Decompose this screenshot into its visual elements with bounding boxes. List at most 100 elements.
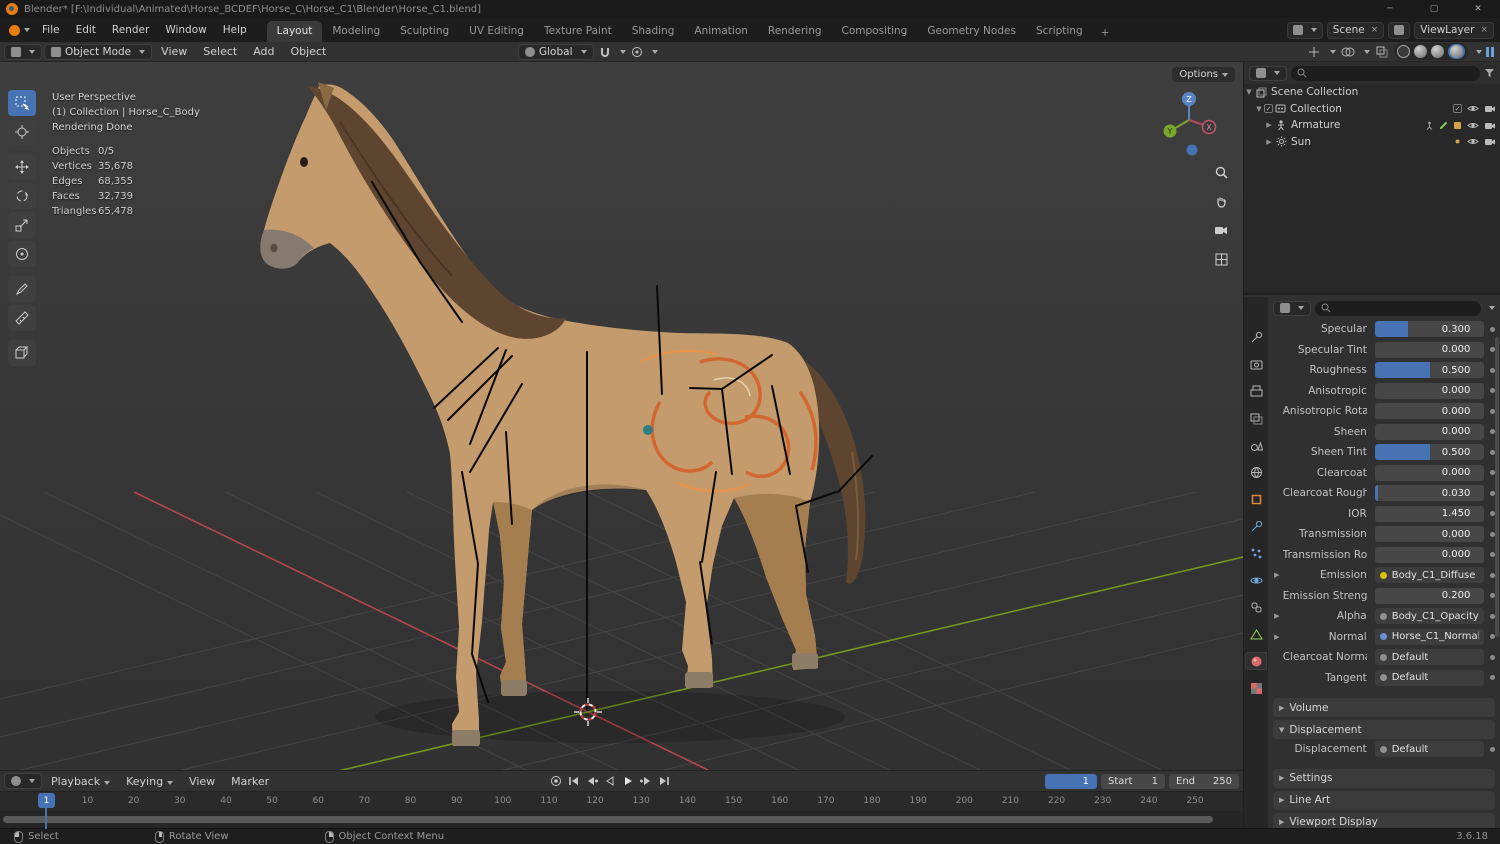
keyframe-dot[interactable] [1484, 675, 1500, 680]
minimize-button[interactable]: ─ [1368, 0, 1412, 18]
timeline-ruler[interactable]: 10 20 30 40 50 60 70 80 90 100 110 120 130 140 150 160 1… [0, 791, 1243, 811]
disclosure-icon[interactable]: ▼ [1254, 105, 1264, 113]
tool-add-cube[interactable] [8, 340, 36, 366]
normal-map-field[interactable]: Horse_C1_NormalMap... [1374, 628, 1485, 645]
clearcoat-roughness-slider[interactable]: 0.030 [1374, 485, 1485, 502]
hide-eye-icon[interactable] [1467, 137, 1479, 146]
render-camera-icon[interactable] [1484, 121, 1496, 130]
anisotropic-rotation-slider[interactable]: 0.000 [1374, 403, 1485, 420]
tool-scale[interactable] [8, 212, 36, 238]
outliner-editor-button[interactable] [1249, 65, 1287, 81]
jump-to-end-button[interactable] [656, 774, 672, 788]
outliner-row-scene-collection[interactable]: ▼ Scene Collection [1244, 84, 1500, 101]
section-settings[interactable]: ▶ Settings [1273, 768, 1495, 788]
timeline-editor-button[interactable] [4, 773, 42, 789]
props-tab-world[interactable] [1246, 464, 1266, 480]
properties-scrollbar[interactable] [1495, 337, 1499, 637]
disclosure-icon[interactable]: ▼ [1244, 88, 1254, 96]
playhead[interactable]: 1 [38, 793, 55, 808]
blender-menu-button[interactable] [6, 21, 32, 39]
auto-keying-button[interactable] [548, 774, 564, 788]
snap-magnet-icon[interactable] [597, 45, 613, 59]
tool-select-box[interactable] [8, 90, 36, 116]
xray-toggle-icon[interactable] [1374, 45, 1390, 59]
expand-icon[interactable]: ▶ [1271, 571, 1283, 579]
pose-icon[interactable] [1425, 121, 1434, 130]
unlink-icon[interactable]: × [1371, 25, 1379, 35]
props-tab-texture[interactable] [1246, 680, 1266, 696]
proportional-editing-icon[interactable] [629, 45, 645, 59]
mode-dropdown[interactable]: Object Mode [44, 43, 153, 60]
tab-scripting[interactable]: Scripting [1026, 21, 1093, 42]
options-dropdown[interactable]: Options [1172, 67, 1235, 82]
props-tab-data[interactable] [1246, 626, 1266, 642]
shading-options-caret[interactable] [1476, 49, 1482, 54]
shading-rendered-icon[interactable] [1450, 45, 1463, 58]
editor-type-button[interactable] [4, 43, 42, 60]
emission-map-field[interactable]: Body_C1_Diffuse [1374, 567, 1485, 584]
ior-field[interactable]: 1.450 [1374, 505, 1485, 522]
properties-editor-button[interactable] [1273, 300, 1311, 316]
tab-layout[interactable]: Layout [266, 21, 323, 42]
specular-slider[interactable]: 0.300 [1374, 321, 1485, 338]
menu-window[interactable]: Window [157, 22, 214, 38]
start-frame-field[interactable]: Start 1 [1101, 773, 1165, 789]
menu-marker[interactable]: Marker [224, 774, 276, 789]
props-tab-object[interactable] [1246, 491, 1266, 507]
outliner-row-collection[interactable]: ▼ ✓ Collection ✓ [1244, 101, 1500, 118]
shading-wireframe-icon[interactable] [1397, 45, 1410, 58]
tool-cursor[interactable] [8, 119, 36, 145]
render-camera-icon[interactable] [1484, 104, 1496, 113]
light-data-icon[interactable] [1453, 137, 1462, 146]
prev-keyframe-button[interactable] [584, 774, 600, 788]
scene-selector[interactable]: Scene × [1326, 21, 1385, 39]
outliner-row-armature[interactable]: ▶ Armature [1244, 117, 1500, 134]
tool-annotate[interactable] [8, 276, 36, 302]
props-tab-render[interactable] [1246, 356, 1266, 372]
menu-edit[interactable]: Edit [68, 22, 104, 38]
viewlayer-browse-button[interactable] [1388, 21, 1411, 39]
tab-rendering[interactable]: Rendering [758, 21, 832, 42]
render-camera-icon[interactable] [1484, 137, 1496, 146]
scene-browse-button[interactable] [1286, 21, 1323, 39]
shading-solid-icon[interactable] [1414, 45, 1427, 58]
collection-checkbox[interactable]: ✓ [1264, 104, 1273, 114]
pan-hand-icon[interactable] [1211, 191, 1231, 211]
disclosure-icon[interactable]: ▶ [1264, 138, 1274, 146]
tool-measure[interactable] [8, 305, 36, 331]
props-tab-tool[interactable] [1246, 329, 1266, 345]
filter-icon[interactable] [1484, 68, 1495, 78]
menu-file[interactable]: File [34, 22, 68, 38]
tab-uv-editing[interactable]: UV Editing [459, 21, 534, 42]
properties-search-input[interactable] [1315, 300, 1481, 316]
menu-playback[interactable]: Playback [44, 774, 117, 789]
tangent-field[interactable]: Default [1374, 669, 1485, 686]
timeline-scrollbar[interactable] [3, 816, 1213, 823]
tool-transform[interactable] [8, 241, 36, 267]
viewlayer-selector[interactable]: ViewLayer × [1414, 21, 1494, 39]
remove-icon[interactable]: × [1480, 25, 1488, 35]
tool-rotate[interactable] [8, 183, 36, 209]
close-button[interactable]: ✕ [1456, 0, 1500, 18]
props-tab-viewlayer[interactable] [1246, 410, 1266, 426]
tab-sculpting[interactable]: Sculpting [390, 21, 459, 42]
horse-model[interactable] [260, 82, 866, 747]
disclosure-icon[interactable]: ▶ [1264, 121, 1274, 129]
jump-to-start-button[interactable] [566, 774, 582, 788]
specular-tint-slider[interactable]: 0.000 [1374, 341, 1485, 358]
menu-help[interactable]: Help [215, 22, 255, 38]
keyframe-dot[interactable] [1484, 655, 1500, 660]
camera-view-icon[interactable] [1211, 220, 1231, 240]
clearcoat-normal-field[interactable]: Default [1374, 649, 1485, 666]
emission-strength-slider[interactable]: 0.200 [1374, 587, 1485, 604]
tab-compositing[interactable]: Compositing [832, 21, 918, 42]
menu-render[interactable]: Render [104, 22, 157, 38]
keyframe-dot[interactable] [1484, 327, 1500, 332]
shading-material-icon[interactable] [1431, 45, 1444, 58]
transmission-slider[interactable]: 0.000 [1374, 526, 1485, 543]
pause-icon[interactable] [1486, 46, 1494, 57]
roughness-slider[interactable]: 0.500 [1374, 362, 1485, 379]
tab-texture-paint[interactable]: Texture Paint [534, 21, 622, 42]
selectable-checkbox[interactable]: ✓ [1453, 104, 1462, 114]
expand-icon[interactable]: ▶ [1271, 612, 1283, 620]
